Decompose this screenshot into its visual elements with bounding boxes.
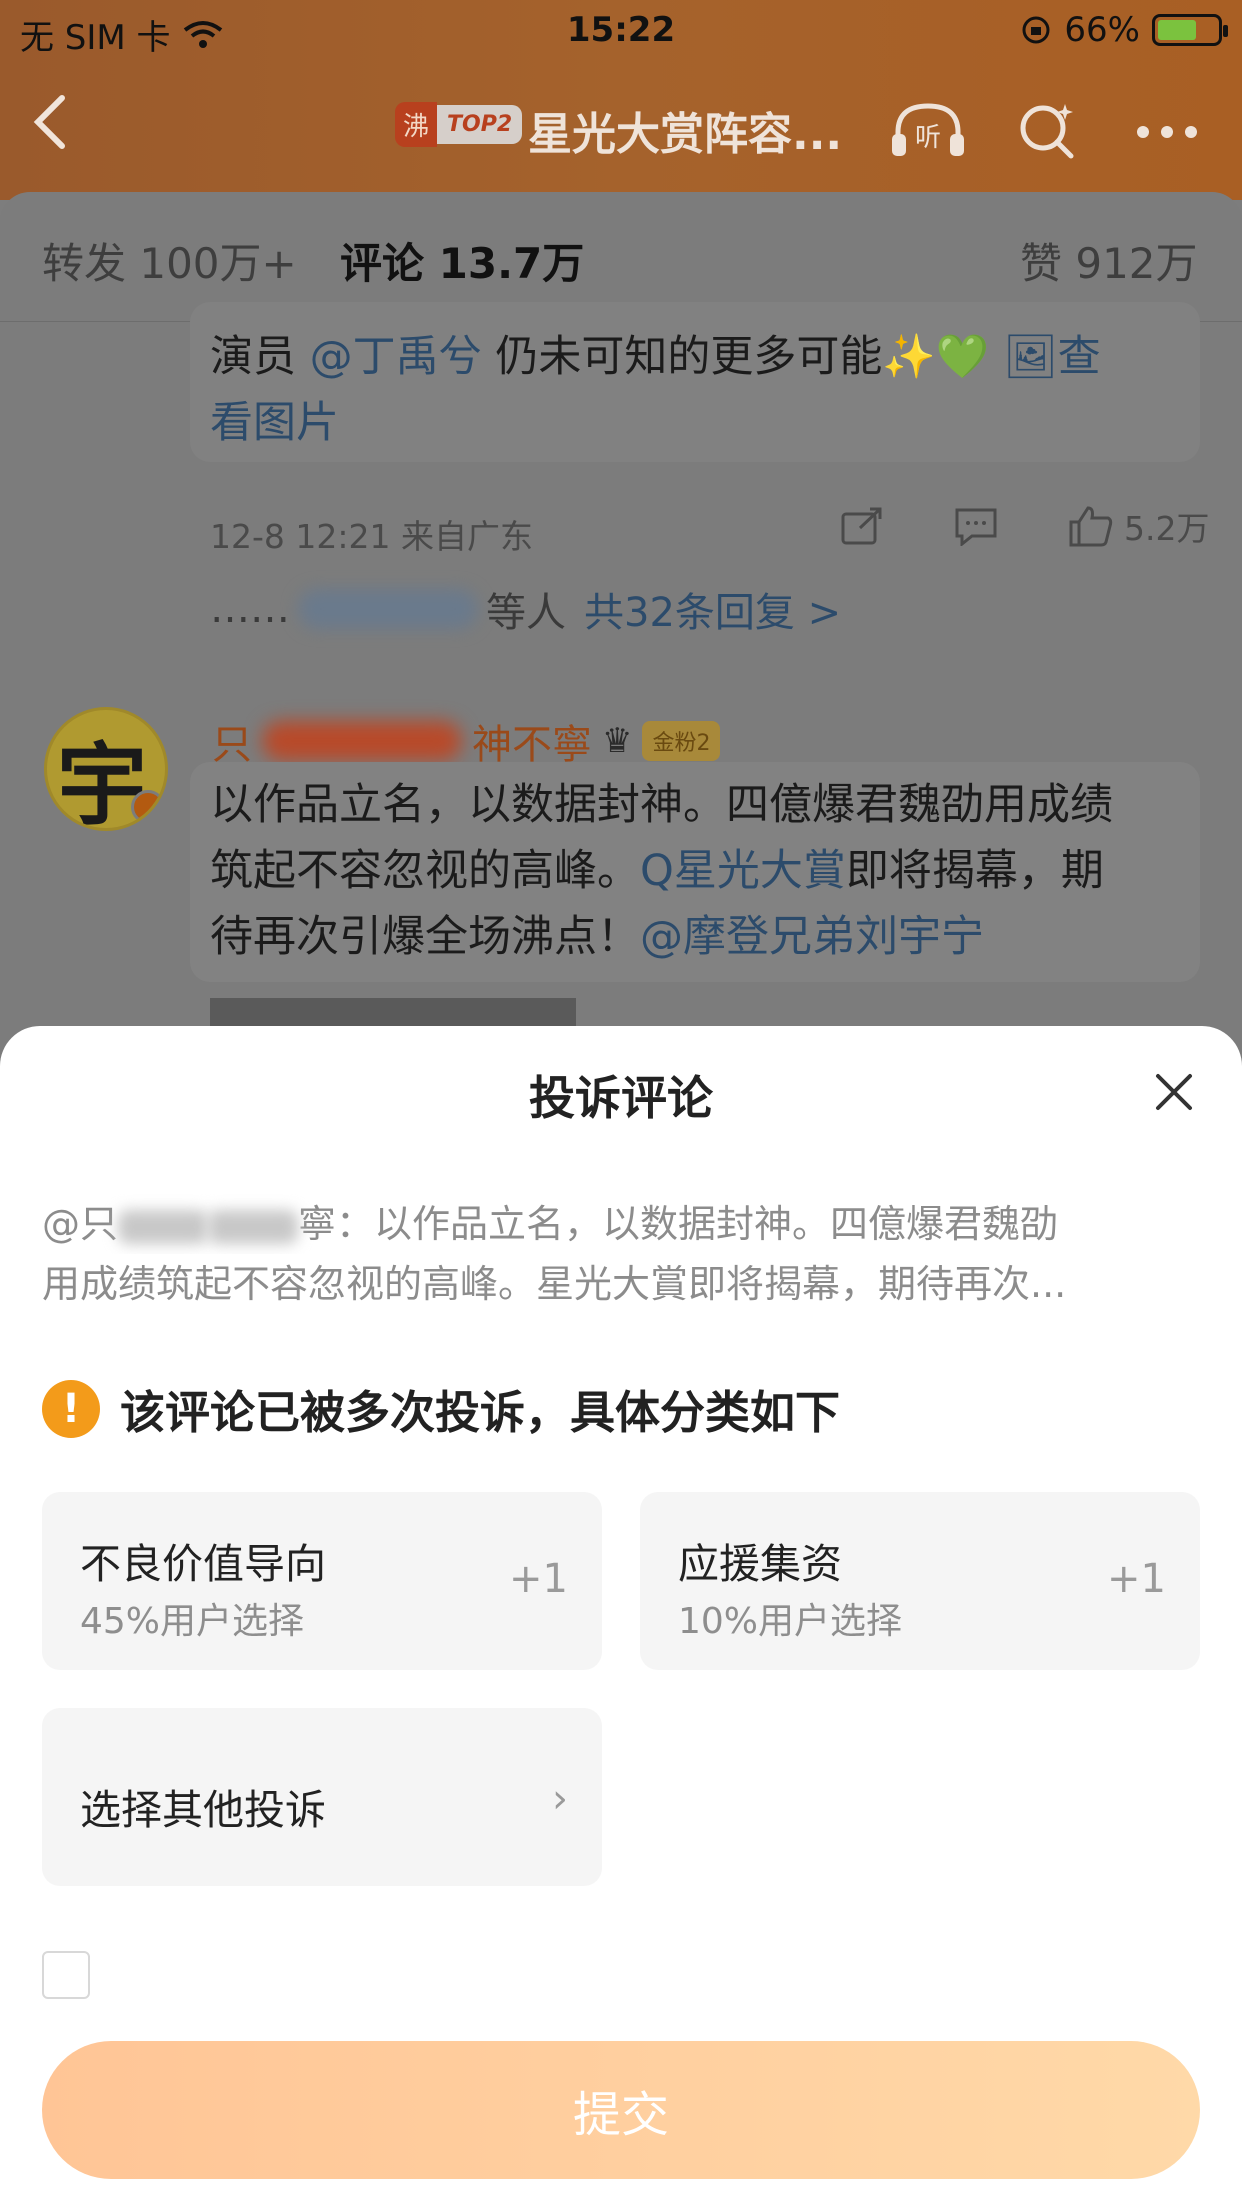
battery-fill [1158, 20, 1197, 40]
listen-headphones-icon[interactable]: 听 [888, 100, 968, 160]
mention-link-2[interactable]: @摩登兄弟刘宇宁 [640, 912, 984, 962]
battery-icon [1152, 14, 1228, 46]
report-sheet: 投诉评论 @只 寧：以作品立名，以数据封神。四億爆君魏劭 用成绩筑起不容忽视的高峰… [0, 1026, 1242, 2208]
comment-line-3: 待再次引爆全场沸点！@摩登兄弟刘宇宁 [210, 912, 984, 962]
more-button[interactable] [1135, 102, 1199, 153]
replies-row[interactable]: …… 等人 共32条回复 > [210, 580, 841, 638]
avatar[interactable]: 宇 [44, 707, 168, 831]
submit-button[interactable]: 提交 [42, 2041, 1200, 2179]
post-actions: 5.2万 [840, 502, 1209, 550]
blurred-username [262, 721, 462, 761]
battery-percent: 66% [1064, 10, 1140, 50]
page-title[interactable]: 星光大赏阵容... [528, 98, 842, 162]
report-option-bad-values[interactable]: 不良价值导向 45%用户选择 +1 [42, 1492, 602, 1670]
hot-rank: TOP2 [437, 104, 523, 144]
agreement-checkbox[interactable] [42, 1951, 90, 1999]
notice-text: 该评论已被多次投诉，具体分类如下 [120, 1386, 841, 1439]
hot-rank-badge[interactable]: 沸 TOP2 [395, 101, 523, 147]
view-image-link[interactable]: 🖼查 [1003, 332, 1101, 382]
blurred-usernames [298, 589, 478, 629]
like-button[interactable]: 5.2万 [1068, 502, 1209, 550]
status-bar: 无 SIM 卡 15:22 66% [0, 0, 1242, 64]
more-dots-icon [1137, 126, 1197, 138]
thumbs-up-icon [1069, 506, 1113, 547]
comment-line-1: 以作品立名，以数据封神。四億爆君魏劭用成绩 [210, 780, 1113, 830]
complaint-notice: ! 该评论已被多次投诉，具体分类如下 [42, 1376, 840, 1441]
chevron-left-icon [33, 95, 65, 149]
report-option-fundraising[interactable]: 应援集资 10%用户选择 +1 [640, 1492, 1200, 1670]
tab-likes[interactable]: 赞 912万 [1020, 230, 1198, 291]
like-count: 5.2万 [1124, 509, 1210, 548]
search-icon[interactable] [1015, 98, 1079, 162]
report-option-other[interactable]: 选择其他投诉 › [42, 1708, 602, 1886]
reported-comment-preview: @只 寧：以作品立名，以数据封神。四億爆君魏劭 用成绩筑起不容忽视的高峰。星光大賞… [42, 1202, 1067, 1306]
share-icon[interactable] [840, 506, 884, 546]
post-line-1: 演员 @丁禹兮 仍未可知的更多可能✨💚 🖼查 [210, 332, 1101, 382]
warning-icon: ! [42, 1379, 100, 1438]
view-image-link-cont[interactable]: 看图片 [210, 388, 339, 450]
fan-badge: 金粉2 [642, 721, 721, 761]
blurred-username [118, 1209, 209, 1244]
topic-link[interactable]: Q星光大賞 [640, 846, 846, 896]
comment-icon[interactable] [954, 506, 998, 546]
tab-comments[interactable]: 评论 13.7万 [340, 230, 584, 291]
crown-icon: ♛ [602, 721, 633, 761]
close-icon[interactable] [1150, 1068, 1198, 1116]
back-button[interactable] [30, 92, 70, 162]
nav-bar: 沸 TOP2 星光大赏阵容... 听 [0, 80, 1242, 180]
mention-link[interactable]: @丁禹兮 [310, 332, 482, 382]
view-replies-link[interactable]: 共32条回复 > [584, 580, 841, 638]
tab-repost[interactable]: 转发 100万+ [42, 230, 297, 291]
sheet-title: 投诉评论 [529, 1071, 713, 1125]
comment-line-2: 筑起不容忽视的高峰。Q星光大賞即将揭幕，期 [210, 846, 1104, 896]
top-bar: 无 SIM 卡 15:22 66% 沸 TOP2 星光大赏阵容... 听 [0, 0, 1242, 200]
chevron-right-icon: › [552, 1776, 568, 1822]
hot-tag: 沸 [395, 101, 438, 147]
comments-panel: 转发 100万+ 评论 13.7万 赞 912万 演员 @丁禹兮 仍未可知的更多… [0, 192, 1242, 1092]
listen-label: 听 [915, 123, 941, 153]
verified-badge-icon [131, 790, 165, 824]
post-timestamp: 12-8 12:21 来自广东 [210, 517, 533, 556]
orientation-lock-icon [1022, 16, 1050, 44]
